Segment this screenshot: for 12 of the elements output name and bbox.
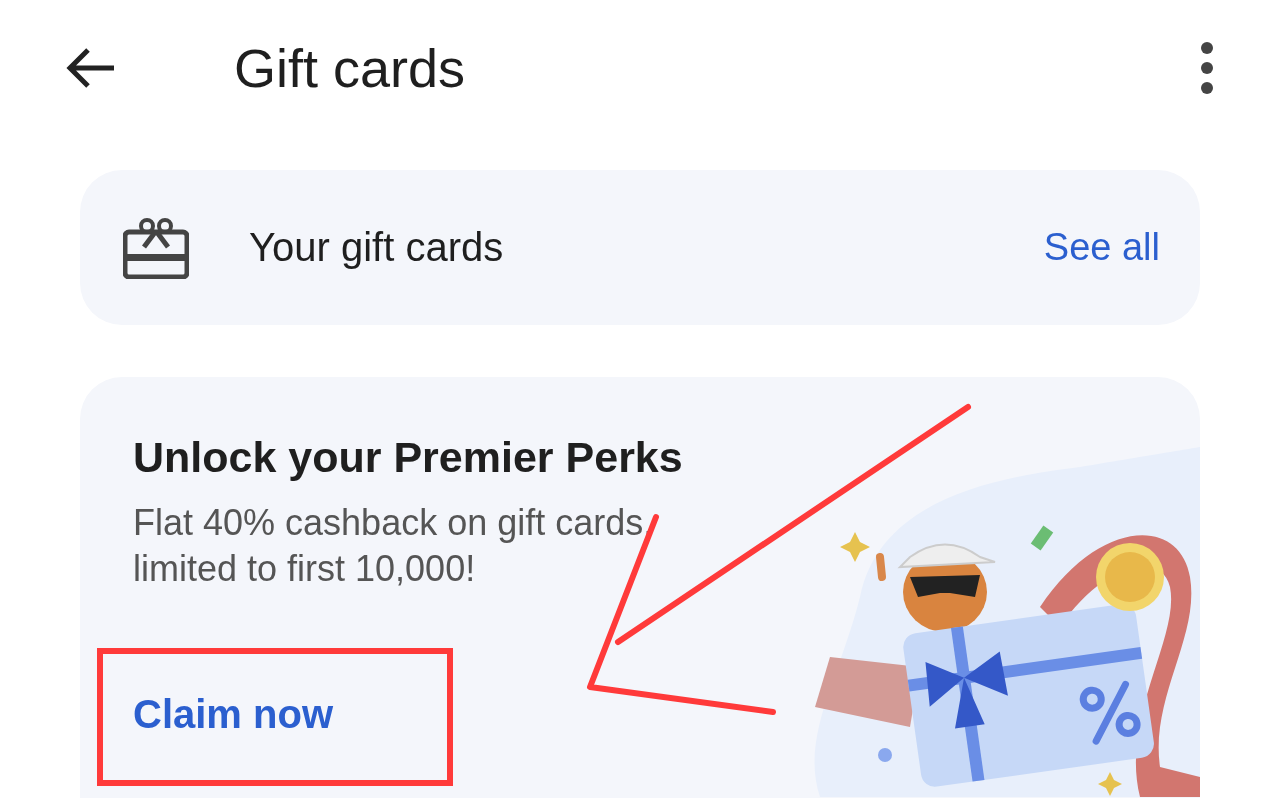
gift-card-icon (123, 216, 189, 279)
back-button[interactable] (64, 46, 116, 90)
promo-description: Flat 40% cashback on gift cards, limited to first 10,000! (133, 501, 655, 591)
see-all-link[interactable]: See all (1043, 226, 1160, 269)
page-title: Gift cards (234, 37, 467, 99)
gift-cards-row[interactable]: Your gift cards See all (80, 170, 1200, 325)
gift-cards-label: Your gift cards (249, 225, 505, 270)
more-options-button[interactable] (1200, 42, 1214, 94)
claim-now-link[interactable]: Claim now (133, 692, 334, 737)
back-arrow-icon (64, 46, 116, 90)
more-vertical-icon (1200, 42, 1214, 94)
promo-title: Unlock your Premier Perks (133, 433, 683, 482)
